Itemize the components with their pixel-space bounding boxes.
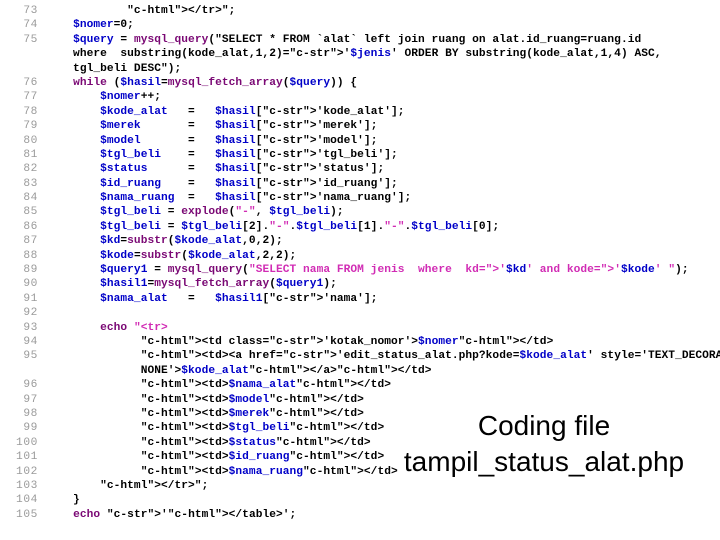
line-number: 86 — [23, 220, 38, 233]
code-line-text: $nama_alat = $hasil1["c-str">'nama']; — [100, 292, 378, 305]
code-line: 85 $tgl_beli = explode("-", $tgl_beli); — [0, 205, 720, 219]
line-number: 96 — [23, 379, 38, 392]
line-number: 102 — [16, 465, 38, 478]
line-number: 93 — [23, 321, 38, 334]
code-line: 75 $query = mysql_query("SELECT * FROM `… — [0, 33, 720, 47]
code-line-text: "c-html"></tr>"; — [100, 479, 209, 492]
line-number: 99 — [23, 422, 38, 435]
code-line-text: } — [46, 494, 80, 507]
line-number: 94 — [23, 335, 38, 348]
code-line: 89 $query1 = mysql_query("SELECT nama FR… — [0, 263, 720, 277]
line-number: 87 — [23, 235, 38, 248]
code-line-text: $model = $hasil["c-str">'model']; — [100, 134, 378, 147]
caption-line-2: tampil_status_alat.php — [403, 446, 685, 477]
code-line: 91 $nama_alat = $hasil1["c-str">'nama']; — [0, 292, 720, 306]
code-line-text: $tgl_beli = $hasil["c-str">'tgl_beli']; — [100, 148, 398, 161]
code-line-text: $tgl_beli = $tgl_beli[2]."-".$tgl_beli[1… — [100, 220, 500, 233]
code-line-text: $kode_alat = $hasil["c-str">'kode_alat']… — [100, 105, 405, 118]
line-number: 97 — [23, 393, 38, 406]
code-line-text: "c-html"><td>$model"c-html"></td> — [140, 393, 364, 406]
code-line: 104 } — [0, 493, 720, 507]
line-number: 84 — [23, 192, 38, 205]
caption-line-1: Coding file — [477, 410, 611, 441]
code-line-text: "c-html"><td class="c-str">'kotak_nomor'… — [140, 335, 554, 348]
line-number: 92 — [23, 307, 38, 320]
line-number: 90 — [23, 278, 38, 291]
code-line-text: where substring(kode_alat,1,2)="c-str">'… — [46, 48, 662, 61]
code-line-text: $query = mysql_query("SELECT * FROM `ala… — [73, 33, 642, 46]
code-line-text: $hasil1=mysql_fetch_array($query1); — [100, 278, 337, 291]
line-number: 100 — [16, 436, 38, 449]
code-line-text: $status = $hasil["c-str">'status']; — [100, 163, 385, 176]
line-number: 85 — [23, 206, 38, 219]
code-line: 77 $nomer++; — [0, 90, 720, 104]
code-line-text: while ($hasil=mysql_fetch_array($query))… — [73, 76, 358, 89]
code-line-text: echo "<tr> — [100, 321, 168, 334]
code-line-text: $merek = $hasil["c-str">'merek']; — [100, 120, 378, 133]
code-line-text: "c-html"><td>$nama_alat"c-html"></td> — [140, 379, 391, 392]
code-line: 76 while ($hasil=mysql_fetch_array($quer… — [0, 76, 720, 90]
line-number: 77 — [23, 91, 38, 104]
code-line: 88 $kode=substr($kode_alat,2,2); — [0, 249, 720, 263]
figure-caption: Coding file tampil_status_alat.php — [372, 408, 716, 480]
code-line: 105 echo "c-str">'"c-html"></table>'; — [0, 508, 720, 522]
line-number: 82 — [23, 163, 38, 176]
line-number: 104 — [16, 494, 38, 507]
code-line-text: $nomer++; — [100, 91, 161, 104]
code-line-text: NONE'>$kode_alat"c-html"></a>"c-html"></… — [46, 364, 432, 377]
code-line: 93 echo "<tr> — [0, 321, 720, 335]
code-line: 78 $kode_alat = $hasil["c-str">'kode_ala… — [0, 105, 720, 119]
line-number: 91 — [23, 292, 38, 305]
line-number: 76 — [23, 76, 38, 89]
line-number: 79 — [23, 120, 38, 133]
line-number: 105 — [16, 508, 38, 521]
line-number: 75 — [23, 33, 38, 46]
code-line: 84 $nama_ruang = $hasil["c-str">'nama_ru… — [0, 191, 720, 205]
code-line: 87 $kd=substr($kode_alat,0,2); — [0, 234, 720, 248]
line-number: 98 — [23, 407, 38, 420]
code-line-text: $kode=substr($kode_alat,2,2); — [100, 249, 297, 262]
code-line: 92 — [0, 306, 720, 320]
code-line-text: $kd=substr($kode_alat,0,2); — [100, 235, 283, 248]
code-line-text: $nomer=0; — [73, 19, 134, 32]
code-line-text: tgl_beli DESC"); — [46, 62, 182, 75]
line-number: 103 — [16, 479, 38, 492]
line-number: 74 — [23, 19, 38, 32]
code-line: NONE'>$kode_alat"c-html"></a>"c-html"></… — [0, 364, 720, 378]
code-line-text: "c-html"><td><a href="c-str">'edit_statu… — [140, 350, 720, 363]
line-number: 88 — [23, 249, 38, 262]
line-number: 80 — [23, 134, 38, 147]
line-number: 78 — [23, 105, 38, 118]
code-line: tgl_beli DESC"); — [0, 62, 720, 76]
line-number: 95 — [23, 350, 38, 363]
line-number: 73 — [23, 5, 38, 17]
code-line-text: $nama_ruang = $hasil["c-str">'nama_ruang… — [100, 192, 412, 205]
code-line: 97 "c-html"><td>$model"c-html"></td> — [0, 393, 720, 407]
line-number: 83 — [23, 177, 38, 190]
code-line: 94 "c-html"><td class="c-str">'kotak_nom… — [0, 335, 720, 349]
code-line: 81 $tgl_beli = $hasil["c-str">'tgl_beli'… — [0, 148, 720, 162]
code-line: where substring(kode_alat,1,2)="c-str">'… — [0, 47, 720, 61]
code-line: 74 $nomer=0; — [0, 18, 720, 32]
code-line: 80 $model = $hasil["c-str">'model']; — [0, 134, 720, 148]
code-line: 90 $hasil1=mysql_fetch_array($query1); — [0, 277, 720, 291]
line-number: 89 — [23, 264, 38, 277]
code-line: 82 $status = $hasil["c-str">'status']; — [0, 162, 720, 176]
code-line: 79 $merek = $hasil["c-str">'merek']; — [0, 119, 720, 133]
code-line-text: echo "c-str">'"c-html"></table>'; — [73, 508, 297, 521]
code-line: 73 "c-html"></tr>"; — [0, 4, 720, 18]
code-line: 83 $id_ruang = $hasil["c-str">'id_ruang'… — [0, 177, 720, 191]
code-line: 96 "c-html"><td>$nama_alat"c-html"></td> — [0, 378, 720, 392]
code-line: 86 $tgl_beli = $tgl_beli[2]."-".$tgl_bel… — [0, 220, 720, 234]
code-line-text: $query1 = mysql_query("SELECT nama FROM … — [100, 264, 689, 277]
line-number: 81 — [23, 148, 38, 161]
code-line-text: $tgl_beli = explode("-", $tgl_beli); — [100, 206, 344, 219]
code-line: 95 "c-html"><td><a href="c-str">'edit_st… — [0, 349, 720, 363]
code-line: 103 "c-html"></tr>"; — [0, 479, 720, 493]
code-line-text: $id_ruang = $hasil["c-str">'id_ruang']; — [100, 177, 398, 190]
code-line-text: "c-html"></tr>"; — [127, 5, 236, 17]
line-number: 101 — [16, 451, 38, 464]
